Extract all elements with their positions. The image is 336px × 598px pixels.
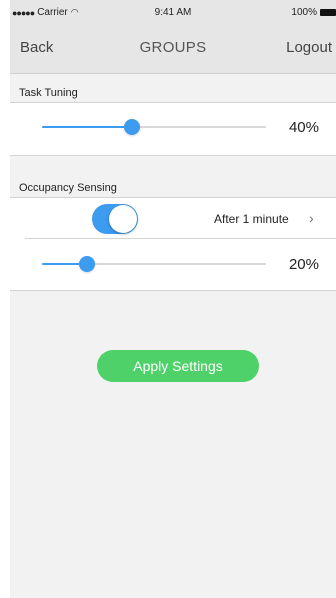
status-bar: ●●●●● Carrier ◠ 9:41 AM 100%: [10, 0, 336, 24]
slider-fill: [42, 126, 132, 128]
task-tuning-value: 40%: [288, 119, 319, 136]
occupancy-sensing-toggle[interactable]: [92, 204, 138, 234]
divider: [10, 290, 336, 291]
status-time: 9:41 AM: [154, 7, 192, 18]
top-bar: ●●●●● Carrier ◠ 9:41 AM 100% Back GROUPS…: [10, 0, 336, 74]
slider-thumb[interactable]: [123, 119, 140, 135]
occupancy-sensing-panel: After 1 minute › 20%: [10, 198, 336, 290]
divider: [25, 238, 336, 239]
battery-indicator: 100%: [291, 7, 336, 18]
occupancy-sensing-value: 20%: [288, 256, 319, 273]
chevron-right-icon[interactable]: ›: [309, 210, 314, 226]
occupancy-sensing-slider[interactable]: [42, 256, 266, 272]
occupancy-delay-label[interactable]: After 1 minute: [214, 212, 289, 226]
app-screen: ●●●●● Carrier ◠ 9:41 AM 100% Back GROUPS…: [10, 0, 336, 598]
battery-icon: [320, 9, 336, 16]
task-tuning-slider[interactable]: [42, 119, 266, 135]
logout-button[interactable]: Logout: [286, 39, 332, 56]
task-tuning-header: Task Tuning: [19, 87, 78, 99]
apply-settings-button[interactable]: Apply Settings: [97, 350, 259, 382]
divider: [10, 155, 336, 156]
occupancy-sensing-header: Occupancy Sensing: [19, 182, 117, 194]
slider-thumb[interactable]: [78, 256, 95, 272]
task-tuning-row: 40%: [10, 103, 336, 155]
navigation-bar: Back GROUPS Logout: [10, 34, 336, 60]
battery-percent: 100%: [291, 7, 317, 18]
toggle-knob: [109, 205, 137, 233]
